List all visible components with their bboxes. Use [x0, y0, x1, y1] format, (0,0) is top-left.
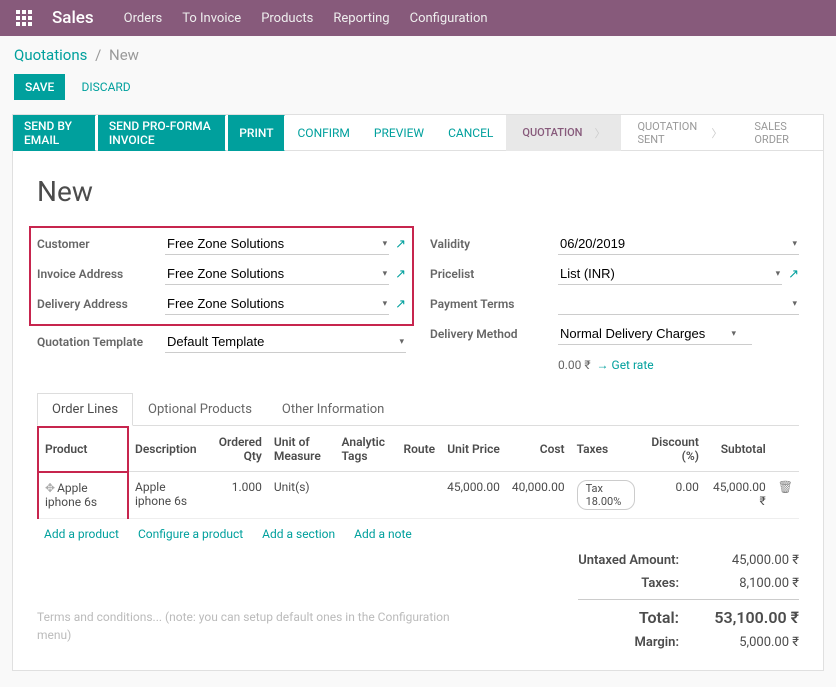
terms-placeholder[interactable]: Terms and conditions... (note: you can s… — [37, 588, 456, 654]
col-qty: Ordered Qty — [208, 427, 268, 472]
tax-pill[interactable]: Tax 18.00% — [577, 480, 635, 510]
cell-subtotal: 45,000.00 ₹ — [705, 472, 772, 519]
app-brand[interactable]: Sales — [52, 8, 94, 28]
cancel-button[interactable]: CANCEL — [437, 115, 504, 151]
save-button[interactable]: SAVE — [14, 74, 65, 100]
apps-icon[interactable] — [16, 10, 32, 26]
pricelist-label: Pricelist — [430, 267, 558, 281]
total-label: Total: — [579, 608, 699, 627]
notebook-tabs: Order Lines Optional Products Other Info… — [37, 392, 799, 426]
cell-cost[interactable]: 40,000.00 — [506, 472, 571, 519]
record-title: New — [37, 175, 799, 208]
rate-amount: 0.00 ₹ — [558, 358, 591, 372]
nav-products[interactable]: Products — [261, 11, 313, 26]
add-product-link[interactable]: Add a product — [44, 527, 119, 541]
trash-icon[interactable]: 🗑 — [778, 480, 793, 494]
col-price: Unit Price — [441, 427, 506, 472]
form-sheet: SEND BY EMAIL SEND PRO-FORMA INVOICE PRI… — [12, 114, 824, 671]
top-navbar: Sales Orders To Invoice Products Reporti… — [0, 0, 836, 36]
validity-label: Validity — [430, 237, 558, 251]
send-email-button[interactable]: SEND BY EMAIL — [13, 115, 96, 151]
cell-price[interactable]: 45,000.00 — [441, 472, 506, 519]
statusbar: SEND BY EMAIL SEND PRO-FORMA INVOICE PRI… — [13, 115, 823, 151]
payment-terms-label: Payment Terms — [430, 297, 558, 311]
delivery-method-label: Delivery Method — [430, 327, 558, 341]
tab-other-information[interactable]: Other Information — [267, 393, 399, 426]
cell-tags[interactable] — [336, 472, 398, 519]
drag-handle-icon[interactable]: ✥ — [45, 481, 55, 495]
preview-button[interactable]: PREVIEW — [363, 115, 435, 151]
col-taxes: Taxes — [571, 427, 641, 472]
discard-button[interactable]: DISCARD — [71, 74, 142, 100]
external-link-icon[interactable]: ↗ — [395, 267, 406, 282]
col-cost: Cost — [506, 427, 571, 472]
customer-highlight: Customer ▾ ↗ Invoice Address ▾ ↗ Deliver… — [29, 226, 414, 326]
external-link-icon[interactable]: ↗ — [788, 267, 799, 282]
col-description: Description — [128, 427, 208, 472]
delivery-address-input[interactable] — [165, 293, 389, 315]
nav-configuration[interactable]: Configuration — [410, 11, 488, 26]
cell-uom[interactable]: Unit(s) — [268, 472, 336, 519]
totals: Untaxed Amount:45,000.00 Taxes:8,100.00 … — [578, 549, 799, 654]
cell-description[interactable]: Apple iphone 6s — [128, 472, 208, 519]
table-row[interactable]: ✥Apple iphone 6s Apple iphone 6s 1.000 U… — [38, 472, 799, 519]
delivery-address-label: Delivery Address — [37, 297, 165, 311]
margin-label: Margin: — [579, 635, 699, 650]
payment-terms-input[interactable] — [558, 293, 799, 315]
cell-discount[interactable]: 0.00 — [641, 472, 705, 519]
quotation-template-label: Quotation Template — [37, 335, 165, 349]
col-product: Product — [38, 427, 128, 472]
print-button[interactable]: PRINT — [228, 115, 284, 151]
add-section-link[interactable]: Add a section — [262, 527, 335, 541]
configure-product-link[interactable]: Configure a product — [138, 527, 243, 541]
untaxed-label: Untaxed Amount: — [578, 553, 699, 568]
form-buttons: SAVE DISCARD — [0, 66, 836, 114]
confirm-button[interactable]: CONFIRM — [287, 115, 361, 151]
untaxed-value: 45,000.00 — [699, 553, 799, 568]
nav-reporting[interactable]: Reporting — [333, 11, 389, 26]
taxes-value: 8,100.00 — [699, 576, 799, 591]
external-link-icon[interactable]: ↗ — [395, 237, 406, 252]
nav-to-invoice[interactable]: To Invoice — [182, 11, 241, 26]
tab-order-lines[interactable]: Order Lines — [37, 393, 133, 426]
col-tags: Analytic Tags — [336, 427, 398, 472]
invoice-address-label: Invoice Address — [37, 267, 165, 281]
breadcrumb-root[interactable]: Quotations — [14, 46, 87, 64]
taxes-label: Taxes: — [579, 576, 699, 591]
col-route: Route — [397, 427, 441, 472]
customer-input[interactable] — [165, 233, 389, 255]
external-link-icon[interactable]: ↗ — [395, 297, 406, 312]
order-lines-table: Product Description Ordered Qty Unit of … — [37, 426, 799, 549]
delivery-method-input[interactable] — [558, 323, 752, 345]
send-proforma-button[interactable]: SEND PRO-FORMA INVOICE — [98, 115, 226, 151]
status-quotation-sent[interactable]: QUOTATION SENT〉 — [621, 115, 738, 151]
cell-qty[interactable]: 1.000 — [208, 472, 268, 519]
customer-label: Customer — [37, 237, 165, 251]
breadcrumb: Quotations / New — [0, 36, 836, 66]
quotation-template-input[interactable] — [165, 331, 406, 353]
status-sales-order[interactable]: SALES ORDER — [738, 115, 823, 151]
total-value: 53,100.00 — [699, 608, 799, 627]
nav-orders[interactable]: Orders — [124, 11, 163, 26]
status-quotation[interactable]: QUOTATION〉 — [506, 115, 621, 151]
breadcrumb-current: New — [109, 46, 139, 64]
tab-optional-products[interactable]: Optional Products — [133, 393, 267, 426]
cell-route[interactable] — [397, 472, 441, 519]
col-uom: Unit of Measure — [268, 427, 336, 472]
col-subtotal: Subtotal — [705, 427, 772, 472]
invoice-address-input[interactable] — [165, 263, 389, 285]
margin-value: 5,000.00 — [699, 635, 799, 650]
pricelist-input[interactable] — [558, 263, 782, 285]
get-rate-link[interactable]: → Get rate — [597, 358, 654, 372]
col-discount: Discount (%) — [641, 427, 705, 472]
add-note-link[interactable]: Add a note — [354, 527, 412, 541]
validity-input[interactable] — [558, 233, 799, 255]
